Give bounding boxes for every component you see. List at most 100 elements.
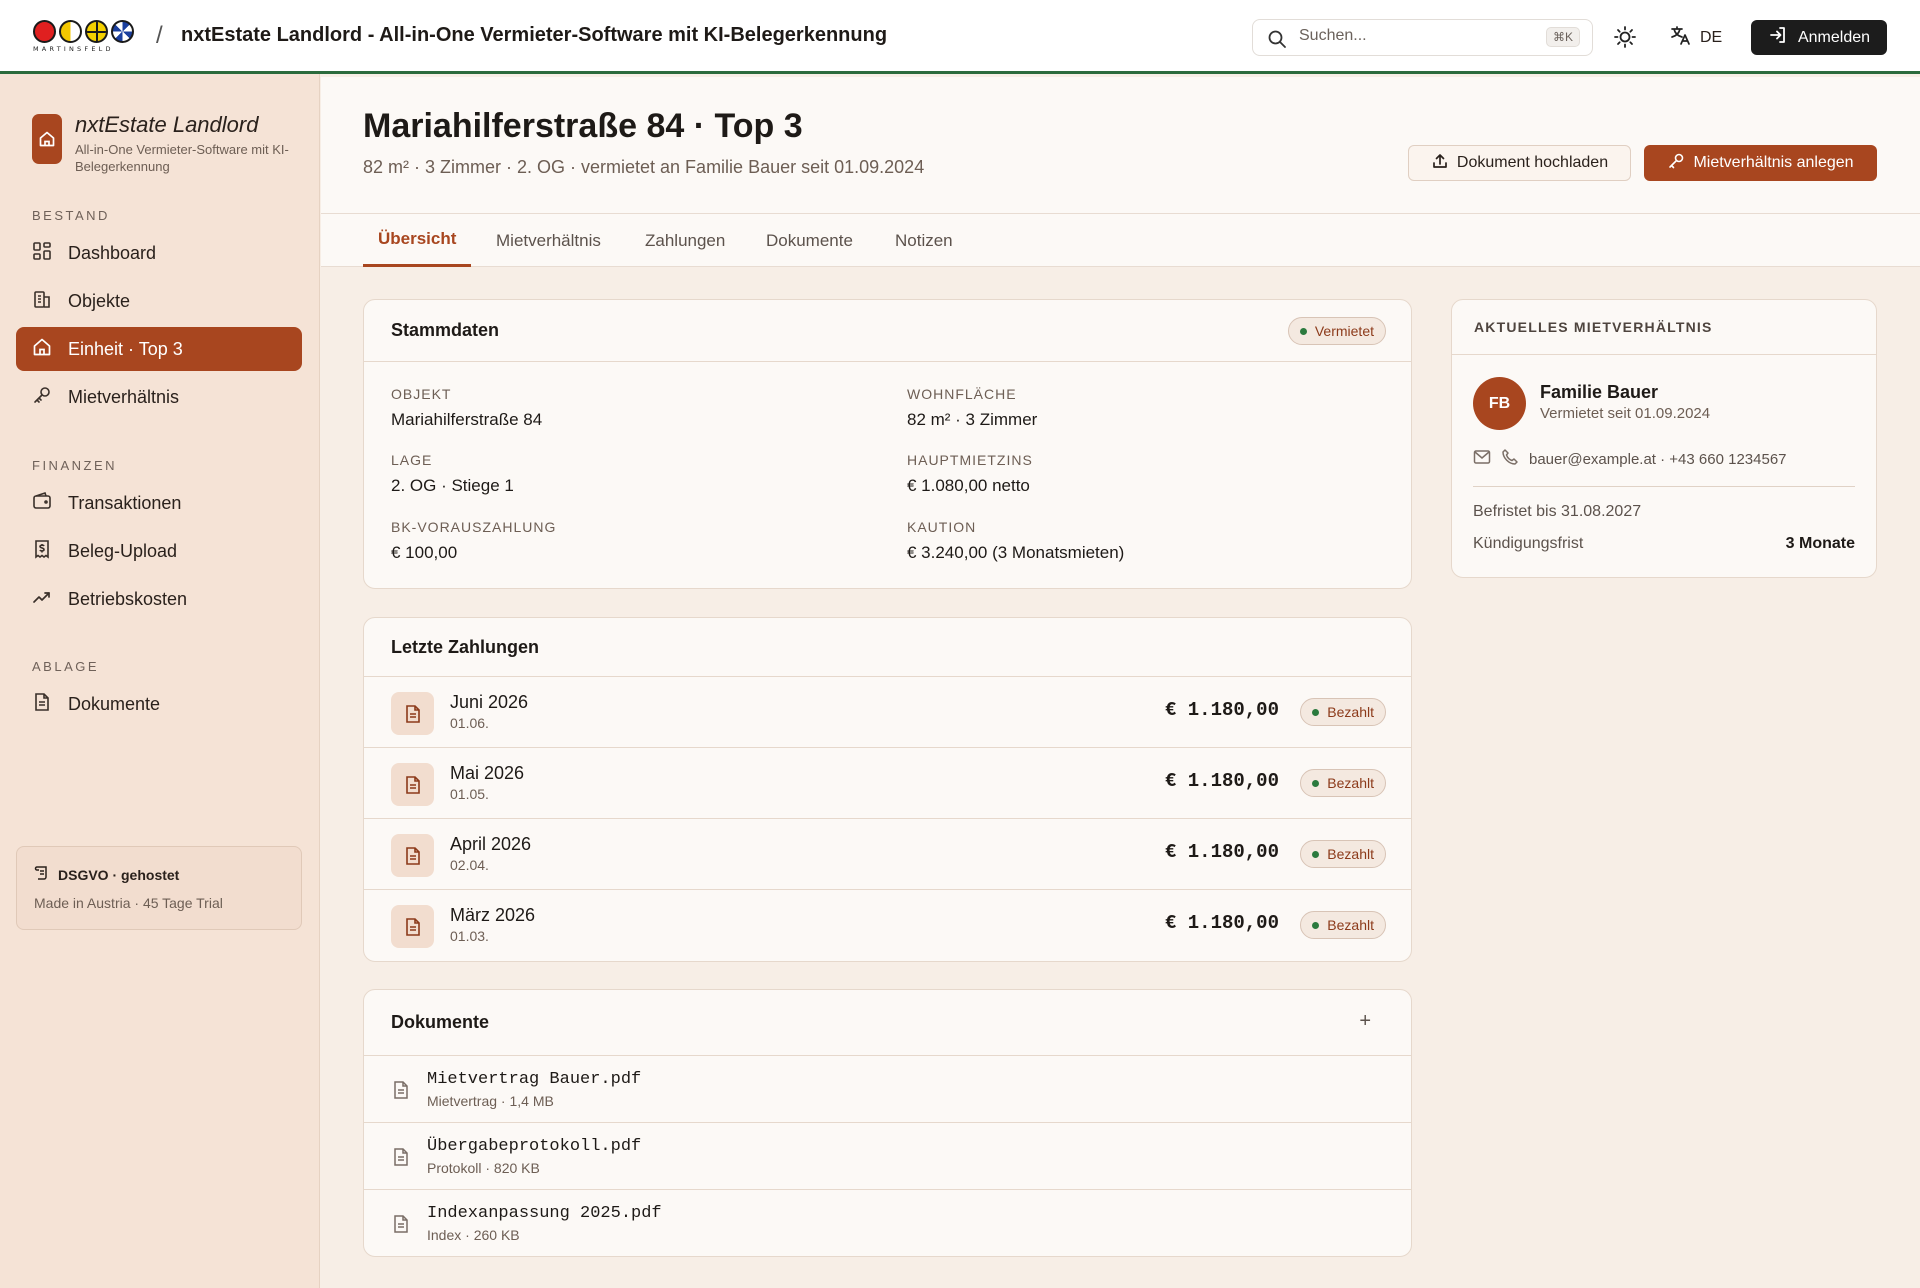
receipt-icon	[32, 539, 52, 564]
tab-notizen[interactable]: Notizen	[895, 214, 953, 267]
avatar: FB	[1473, 377, 1526, 430]
sidebar-item-transaktionen[interactable]: Transaktionen	[16, 481, 302, 525]
field-value: € 1.080,00 netto	[907, 476, 1030, 495]
section-title-ablage: ABLAGE	[32, 659, 100, 674]
field-wohnflaeche: WOHNFLÄCHE 82 m² · 3 Zimmer	[907, 386, 1037, 430]
status-dot	[1312, 779, 1320, 787]
sidebar-item-einheit[interactable]: Einheit · Top 3	[16, 327, 302, 371]
tab-bar: Übersicht Mietverhältnis Zahlungen Dokum…	[321, 214, 1920, 267]
sidebar-item-dashboard[interactable]: Dashboard	[16, 231, 302, 275]
invoice-icon	[391, 834, 434, 877]
sidebar-item-beleg-upload[interactable]: Beleg-Upload	[16, 529, 302, 573]
upload-icon	[1431, 152, 1449, 175]
sidebar-item-mietverhaeltnis[interactable]: Mietverhältnis	[16, 375, 302, 419]
tab-uebersicht[interactable]: Übersicht	[363, 214, 472, 267]
key-icon	[1667, 152, 1685, 175]
documents-card: Dokumente + Mietvertrag Bauer.pdf Mietve…	[363, 989, 1412, 1257]
brand-subtitle: All-in-One Vermieter-Software mit KI-Bel…	[75, 142, 289, 174]
field-lage: LAGE 2. OG · Stiege 1	[391, 452, 514, 496]
search-input[interactable]	[1299, 27, 1519, 45]
payment-amount: € 1.180,00	[1164, 699, 1279, 721]
search-box[interactable]: ⌘K	[1252, 19, 1593, 56]
card-title: Dokumente	[391, 1012, 490, 1032]
document-row[interactable]: Indexanpassung 2025.pdf Index · 260 KB	[364, 1190, 1411, 1256]
paid-badge-label: Bezahlt	[1327, 846, 1374, 862]
tab-mietverhaeltnis[interactable]: Mietverhältnis	[496, 214, 601, 267]
payment-row[interactable]: April 2026 02.04. € 1.180,00 Bezahlt	[364, 819, 1411, 890]
tab-dokumente[interactable]: Dokumente	[766, 214, 853, 267]
payment-date: 01.03.	[450, 928, 489, 944]
document-name: Übergabeprotokoll.pdf	[427, 1137, 642, 1156]
payment-month: März 2026	[450, 905, 536, 925]
field-value: 82 m² · 3 Zimmer	[907, 410, 1038, 429]
document-name: Indexanpassung 2025.pdf	[427, 1204, 662, 1223]
page-header: Mariahilferstraße 84 · Top 3 82 m² · 3 Z…	[321, 77, 1920, 214]
document-meta: Mietvertrag · 1,4 MB	[427, 1093, 554, 1109]
sidebar-item-betriebskosten[interactable]: Betriebskosten	[16, 577, 302, 621]
invoice-icon	[391, 763, 434, 806]
tenant-contact: bauer@example.at · +43 660 1234567	[1473, 448, 1787, 470]
page-subtitle: 82 m² · 3 Zimmer · 2. OG · vermietet an …	[363, 157, 925, 177]
tenant-name[interactable]: Familie Bauer	[1540, 382, 1658, 403]
sidebar-item-objekte[interactable]: Objekte	[16, 279, 302, 323]
payment-month: Juni 2026	[450, 692, 529, 712]
status-badge-label: Vermietet	[1314, 323, 1374, 339]
field-label: OBJEKT	[391, 386, 452, 402]
notice-label: Kündigungsfrist	[1473, 535, 1584, 552]
paid-badge: Bezahlt	[1300, 769, 1386, 797]
document-name: Mietvertrag Bauer.pdf	[427, 1070, 642, 1089]
payment-row[interactable]: Juni 2026 01.06. € 1.180,00 Bezahlt	[364, 677, 1411, 748]
building-icon	[32, 289, 52, 314]
login-button[interactable]: Anmelden	[1751, 20, 1887, 55]
sidebar-item-label: Dokumente	[68, 693, 161, 714]
master-data-header: Stammdaten Vermietet	[364, 300, 1411, 362]
divider	[1473, 486, 1855, 487]
payment-month: Mai 2026	[450, 763, 525, 783]
field-value: € 3.240,00 (3 Monatsmieten)	[907, 543, 1125, 562]
payment-date: 01.05.	[450, 786, 489, 802]
field-bk-vorauszahlung: BK-VORAUSZAHLUNG € 100,00	[391, 519, 556, 563]
document-meta: Protokoll · 820 KB	[427, 1160, 540, 1176]
login-icon	[1768, 25, 1788, 50]
upload-document-button[interactable]: Dokument hochladen	[1408, 145, 1631, 181]
phone-icon[interactable]	[1501, 448, 1519, 470]
field-kaution: KAUTION € 3.240,00 (3 Monatsmieten)	[907, 519, 1124, 563]
theme-toggle-button[interactable]	[1612, 24, 1638, 50]
login-label: Anmelden	[1797, 28, 1871, 46]
dsgvo-title: DSGVO · gehostet	[34, 865, 179, 884]
tab-zahlungen[interactable]: Zahlungen	[645, 214, 725, 267]
key-icon	[32, 385, 52, 410]
file-icon	[392, 1147, 410, 1172]
tenant-since: Vermietet seit 01.09.2024	[1540, 405, 1711, 422]
invoice-icon	[391, 905, 434, 948]
tenancy-header: AKTUELLES MIETVERHÄLTNIS	[1452, 300, 1876, 355]
sidebar-item-label: Transaktionen	[68, 492, 182, 513]
logo-mark	[33, 20, 138, 43]
term-row: Befristet bis 31.08.2027	[1473, 503, 1855, 521]
add-document-button[interactable]: +	[1359, 1010, 1371, 1033]
payment-row[interactable]: März 2026 01.03. € 1.180,00 Bezahlt	[364, 890, 1411, 961]
wallet-icon	[32, 491, 52, 516]
sidebar-item-dokumente[interactable]: Dokumente	[16, 682, 302, 726]
payment-amount: € 1.180,00	[1164, 770, 1279, 792]
create-tenancy-button[interactable]: Mietverhältnis anlegen	[1644, 145, 1877, 181]
sidebar-item-label: Dashboard	[68, 242, 157, 263]
dsgvo-subtitle: Made in Austria · 45 Tage Trial	[34, 895, 223, 911]
mail-icon[interactable]	[1473, 449, 1491, 469]
term-text: Befristet bis 31.08.2027	[1473, 503, 1642, 520]
status-dot	[1299, 327, 1307, 335]
payment-row[interactable]: Mai 2026 01.05. € 1.180,00 Bezahlt	[364, 748, 1411, 819]
document-row[interactable]: Mietvertrag Bauer.pdf Mietvertrag · 1,4 …	[364, 1056, 1411, 1123]
top-bar: MARTINSFELD / nxtEstate Landlord - All-i…	[0, 0, 1920, 74]
document-icon	[32, 692, 52, 717]
language-switch[interactable]: DE	[1670, 24, 1722, 51]
dsgvo-title-text: DSGVO · gehostet	[58, 866, 180, 883]
status-dot	[1312, 850, 1320, 858]
field-label: LAGE	[391, 452, 433, 468]
page-title: Mariahilferstraße 84 · Top 3	[363, 107, 803, 145]
home-icon	[32, 337, 52, 362]
paid-badge: Bezahlt	[1300, 911, 1386, 939]
martinsfeld-logo[interactable]: MARTINSFELD	[33, 20, 138, 56]
payments-header: Letzte Zahlungen	[364, 618, 1411, 677]
document-row[interactable]: Übergabeprotokoll.pdf Protokoll · 820 KB	[364, 1123, 1411, 1190]
